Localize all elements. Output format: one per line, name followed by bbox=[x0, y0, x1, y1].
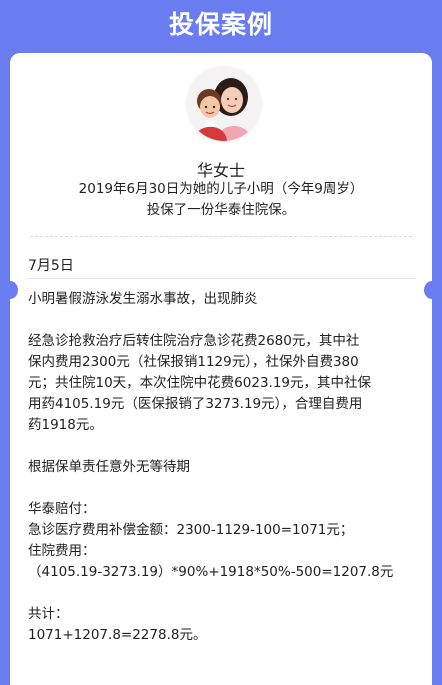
intro-line: 投保了一份华泰住院保。 bbox=[146, 202, 296, 218]
emergency-payout: 急诊医疗费用补偿金额：2300-1129-100=1071元； bbox=[28, 522, 354, 538]
case-card: 华女士 2019年6月30日为她的儿子小明（今年9周岁） 投保了一份华泰住院保。… bbox=[10, 53, 432, 685]
payout-title: 华泰赔付： bbox=[28, 501, 96, 517]
mother-and-son-photo-icon bbox=[185, 65, 263, 143]
total-label: 共计： bbox=[28, 606, 69, 622]
event-description: 小明暑假游泳发生溺水事故，出现肺炎 bbox=[28, 291, 258, 307]
card-notch-right bbox=[424, 281, 432, 299]
dashed-divider bbox=[30, 236, 412, 237]
hospital-calc: （4105.19-3273.19）*90%+1918*50%-500=1207.… bbox=[28, 564, 394, 580]
total-calc: 1071+1207.8=2278.8元。 bbox=[28, 627, 207, 643]
event-date: 7月5日 bbox=[28, 258, 74, 274]
hospital-label: 住院费用： bbox=[28, 543, 96, 559]
case-details: 小明暑假游泳发生溺水事故，出现肺炎 经急诊抢救治疗后转住院治疗急诊花费2680元… bbox=[28, 289, 420, 646]
case-intro: 2019年6月30日为她的儿子小明（今年9周岁） 投保了一份华泰住院保。 bbox=[10, 179, 432, 221]
customer-name: 华女士 bbox=[196, 161, 245, 180]
detail-line: 元；共住院10天，本次住院中花费6023.19元，其中社保 bbox=[28, 375, 372, 391]
detail-line: 保内费用2300元（社保报销1129元），社保外自费380 bbox=[28, 354, 359, 370]
detail-line: 经急诊抢救治疗后转住院治疗急诊花费2680元，其中社 bbox=[28, 333, 360, 349]
divider bbox=[28, 278, 416, 279]
detail-line: 用药4105.19元（医保报销了3273.19元），合理自费用 bbox=[28, 396, 363, 412]
card-notch-left bbox=[10, 281, 18, 299]
intro-line: 2019年6月30日为她的儿子小明（今年9周岁） bbox=[78, 181, 364, 197]
policy-note: 根据保单责任意外无等待期 bbox=[28, 459, 190, 475]
detail-line: 药1918元。 bbox=[28, 417, 103, 433]
page-title: 投保案例 bbox=[168, 10, 273, 39]
